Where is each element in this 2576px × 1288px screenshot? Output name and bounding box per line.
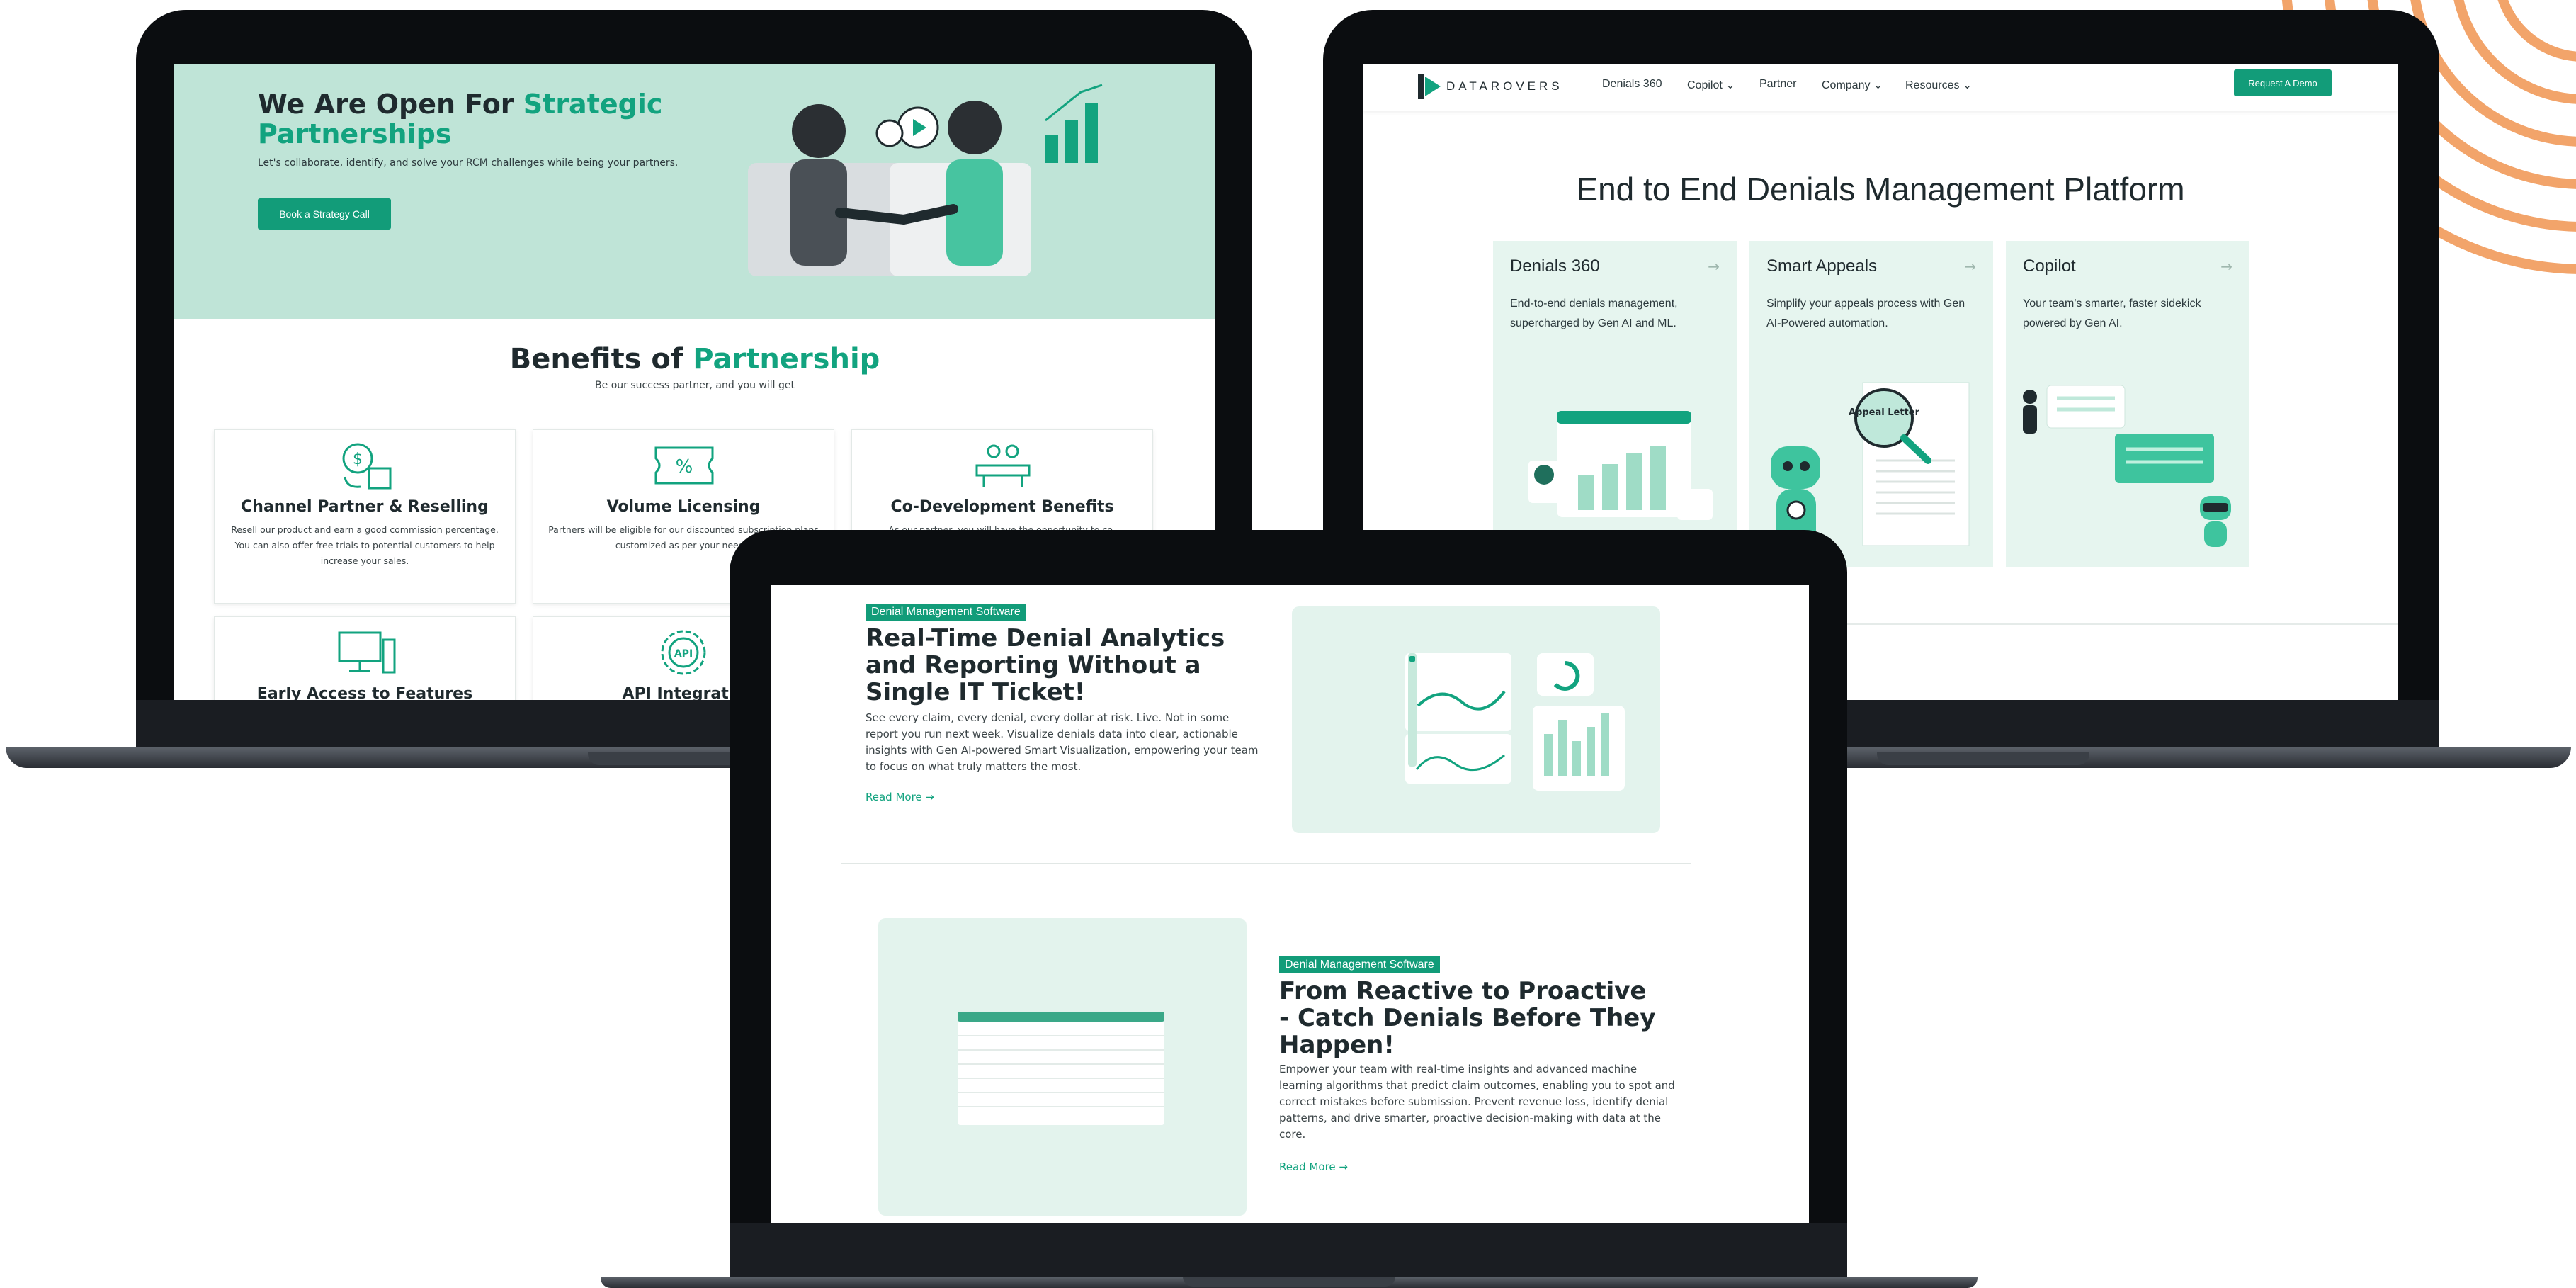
appeal-letter-illustration: Appeal Letter <box>1771 382 1970 546</box>
section-divider <box>841 863 1691 864</box>
section2-tag: Denial Management Software <box>1279 956 1440 973</box>
benefits-tagline: Be our success partner, and you will get <box>595 380 795 391</box>
analytics-dashboard-illustration <box>1292 606 1660 833</box>
laptop-front-notch <box>1183 1277 1395 1287</box>
nav-item-resources[interactable]: Resources ⌄ <box>1905 78 1972 92</box>
dashboard-illustration <box>1528 411 1713 520</box>
dollar-box-icon: $ <box>342 443 392 490</box>
product-card-copilot[interactable]: Copilot → Your team's smarter, faster si… <box>2006 241 2249 567</box>
product-desc: Your team's smarter, faster sidekick pow… <box>2023 298 2201 329</box>
platform-title: End to End Denials Management Platform <box>1576 171 2185 208</box>
claims-table-illustration <box>878 918 1247 1216</box>
arrow-right-icon: → <box>1335 1160 1348 1173</box>
partnership-hero: We Are Open For Strategic Partnerships L… <box>174 64 1215 319</box>
api-gear-icon: API <box>661 630 706 675</box>
appeal-letter-label: Appeal Letter <box>1849 407 1920 418</box>
top-navbar: DATAROVERS Denials 360 Copilot ⌄ Partner… <box>1363 64 2398 111</box>
computer-icon <box>338 631 396 674</box>
card-title: Early Access to Features <box>256 685 473 700</box>
svg-text:$: $ <box>353 451 363 468</box>
percent-ticket-icon: % <box>654 446 714 485</box>
product-title: Denials 360 <box>1510 256 1600 276</box>
product-desc: Simplify your appeals process with Gen A… <box>1766 298 1965 329</box>
nav-item-partner[interactable]: Partner <box>1759 78 1796 91</box>
section1-read-more-link[interactable]: Read More → <box>866 791 934 803</box>
section1-tag: Denial Management Software <box>866 604 1026 621</box>
laptop-right-notch <box>1877 752 2089 765</box>
benefit-card-early-access: Early Access to Features <box>214 616 516 700</box>
section1-title: Real-Time Denial Analytics and Reporting… <box>866 624 1225 706</box>
request-demo-button[interactable]: Request A Demo <box>2234 69 2332 96</box>
chat-illustration <box>2023 385 2231 547</box>
handshake-illustration <box>748 84 1103 276</box>
brand-logo-text[interactable]: DATAROVERS <box>1446 79 1563 94</box>
section2-desc: Empower your team with real-time insight… <box>1279 1063 1675 1141</box>
chevron-down-icon: ⌄ <box>1870 79 1883 91</box>
card-title: Co-Development Benefits <box>890 498 1114 516</box>
chevron-down-icon: ⌄ <box>1722 79 1735 91</box>
product-title: Smart Appeals <box>1766 256 1878 276</box>
card-desc: Resell our product and earn a good commi… <box>231 524 499 566</box>
product-card-smart-appeals[interactable]: Smart Appeals → Simplify your appeals pr… <box>1749 241 1993 567</box>
section2-title: From Reactive to Proactive - Catch Denia… <box>1279 977 1656 1059</box>
book-strategy-call-button[interactable]: Book a Strategy Call <box>258 198 391 230</box>
laptop-front-screen: Denial Management Software Real-Time Den… <box>771 585 1809 1223</box>
section1-desc: See every claim, every denial, every dol… <box>866 711 1259 773</box>
laptop-front-chin <box>730 1223 1847 1278</box>
nav-item-company[interactable]: Company ⌄ <box>1822 78 1883 92</box>
arrow-right-icon: → <box>1964 258 1976 275</box>
arrow-right-icon: → <box>921 791 934 803</box>
benefits-title: Benefits of Partnership <box>509 343 880 375</box>
svg-text:%: % <box>676 456 693 478</box>
benefit-card-channel-partner: $ Channel Partner & Reselling Resell our… <box>214 429 516 604</box>
product-card-denials-360[interactable]: Denials 360 → End-to-end denials managem… <box>1493 241 1737 567</box>
chevron-down-icon: ⌄ <box>1959 79 1973 91</box>
arrow-right-icon: → <box>1708 258 1720 275</box>
hero-title: We Are Open For Strategic Partnerships <box>258 89 663 149</box>
team-table-icon <box>975 444 1031 487</box>
product-title: Copilot <box>2023 256 2076 276</box>
arrow-right-icon: → <box>2220 258 2232 275</box>
card-title: Volume Licensing <box>606 498 761 516</box>
hero-subtitle: Let's collaborate, identify, and solve y… <box>258 157 679 169</box>
svg-text:API: API <box>674 648 693 660</box>
nav-item-copilot[interactable]: Copilot ⌄ <box>1687 78 1735 92</box>
nav-item-denials-360[interactable]: Denials 360 <box>1602 78 1662 91</box>
product-desc: End-to-end denials management, superchar… <box>1510 298 1678 329</box>
datarovers-logo-icon <box>1418 74 1441 99</box>
section2-read-more-link[interactable]: Read More → <box>1279 1160 1348 1173</box>
card-title: Channel Partner & Reselling <box>241 498 489 516</box>
